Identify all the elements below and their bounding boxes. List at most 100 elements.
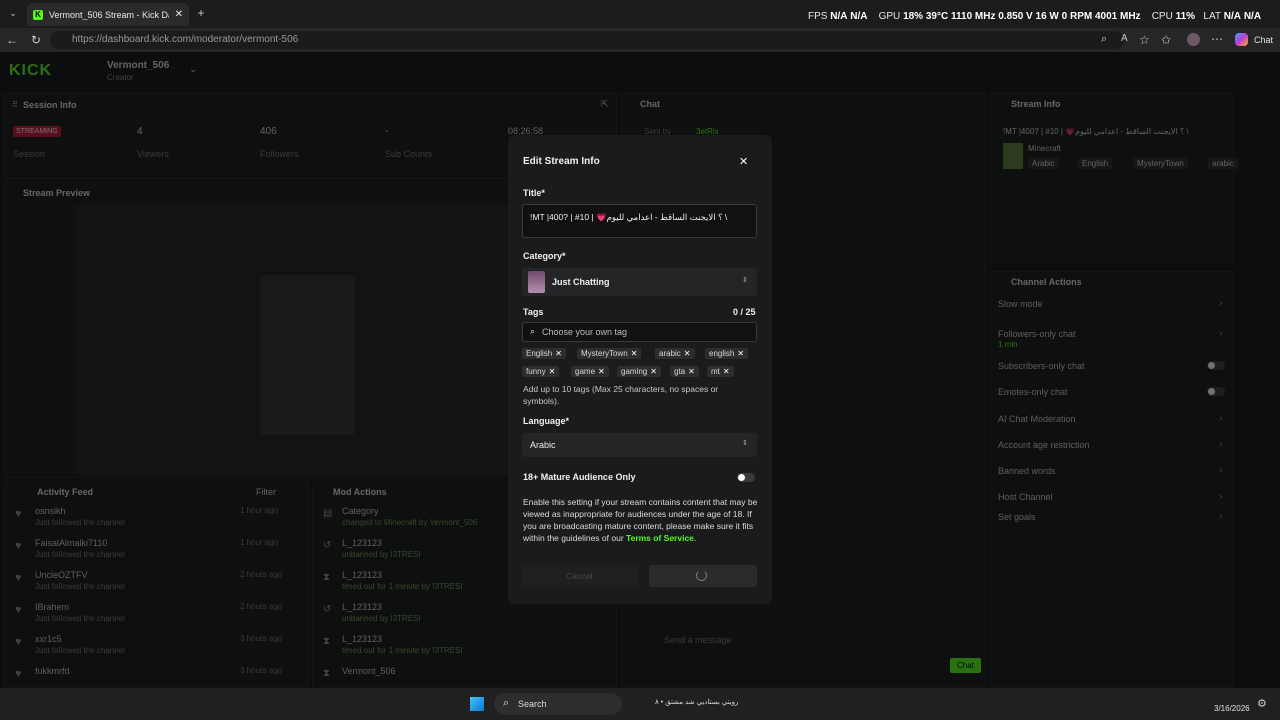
modal-tag[interactable]: english ✕ [705,348,749,359]
activity-time: 2 hours ago [240,570,283,579]
tab-list-icon[interactable]: ⌄ [6,6,20,20]
modal-tag[interactable]: English ✕ [522,348,566,359]
channel-action-label[interactable]: Followers-only chat [998,329,1076,339]
kick-logo[interactable]: KICK [9,62,52,80]
channel-action-label[interactable]: Emotes-only chat [998,387,1068,397]
stream-preview-title: Stream Preview [23,188,91,198]
drag-handle-icon[interactable]: ⠿ [12,100,18,109]
modal-tag[interactable]: arabic ✕ [655,348,695,359]
preview-video[interactable] [75,205,545,475]
close-tab-icon[interactable]: ✕ [175,9,183,20]
remove-tag-icon[interactable]: ✕ [688,367,695,376]
modal-tag[interactable]: mt ✕ [707,366,734,377]
mod-action-icon: ⧗ [323,668,331,679]
activity-time: 1 hour ago [240,538,279,547]
search-icon: ⌕ [503,697,510,709]
channel-name[interactable]: Vermont_506 [107,60,169,71]
activity-user[interactable]: FaisalAlmalki7110 [35,538,107,548]
modal-tag[interactable]: MysteryTown ✕ [577,348,642,359]
kick-favicon-icon: K [33,9,43,20]
channel-action-label[interactable]: Subscribers-only chat [998,361,1085,371]
cancel-label: Cancel [566,571,593,581]
cancel-button[interactable]: Cancel [522,565,638,587]
modal-heading: Edit Stream Info [523,156,600,167]
browser-tab[interactable]: K Vermont_506 Stream - Kick Dashb ✕ [27,3,189,26]
favorites-icon[interactable]: ✩ [1161,33,1171,47]
modal-tag-label: english [709,349,735,358]
new-tab-icon[interactable]: + [194,6,208,20]
channel-action-label[interactable]: Slow mode [998,299,1043,309]
back-icon[interactable]: ← [6,33,18,47]
copilot-label[interactable]: Chat [1254,35,1273,45]
modal-tag[interactable]: gaming ✕ [617,366,661,377]
activity-action: Just followed the channel [35,582,125,591]
tag-search-input[interactable]: ⌕ Choose your own tag [522,322,757,342]
channel-action-label[interactable]: Account age restriction [998,440,1090,450]
chevron-right-icon: › [1219,328,1223,339]
channel-action-label[interactable]: Host Channel [998,492,1053,502]
windows-taskbar: ⌕ Search رويتي بستاديي شد مشتق • ٨ 3/16/… [0,688,1280,720]
filter-button[interactable]: Filter [256,487,276,497]
remove-tag-icon[interactable]: ✕ [631,349,638,358]
channel-action-label[interactable]: Set goals [998,512,1036,522]
channel-action-toggle[interactable] [1207,387,1225,396]
popout-icon[interactable]: ⇱ [601,99,609,110]
modal-tag[interactable]: game ✕ [571,366,609,377]
remove-tag-icon[interactable]: ✕ [598,367,605,376]
taskbar-notification[interactable]: رويتي بستاديي شد مشتق • ٨ [655,698,815,706]
subs-label: Sub Counts [385,149,433,159]
remove-tag-icon[interactable]: ✕ [650,367,657,376]
tag-search-placeholder: Choose your own tag [542,327,628,337]
title-label: Title* [523,188,545,198]
remove-tag-icon[interactable]: ✕ [555,349,562,358]
right-rail [1240,93,1276,688]
channel-action-toggle[interactable] [1207,361,1225,370]
more-options-icon[interactable]: ⋯ [1211,32,1223,46]
title-input[interactable]: !MT |400? | #10 | 💗؟ الايجنت الساقط - اع… [522,204,757,238]
taskbar-date[interactable]: 3/16/2026 [1214,704,1250,713]
chat-send-button[interactable]: Chat [950,658,981,673]
chevron-right-icon: › [1219,511,1223,522]
category-select[interactable]: Just Chatting ⇕ [522,268,757,296]
mature-toggle[interactable] [737,473,755,482]
activity-user[interactable]: UncleOZTFV [35,570,88,580]
channel-action-label[interactable]: AI Chat Moderation [998,414,1076,424]
tags-count: 0 / 25 [733,307,756,317]
refresh-icon[interactable]: ↻ [31,33,41,47]
modal-tag[interactable]: gta ✕ [670,366,699,377]
zoom-icon[interactable]: ⌕ [1101,33,1107,46]
activity-action: Just followed the channel [35,646,125,655]
taskbar-search[interactable]: ⌕ Search [494,693,622,715]
category-label: Category* [523,251,566,261]
channel-action-label[interactable]: Banned words [998,466,1056,476]
stream-info-title-value: !MT |400? | #10 | 💗؟ الايجنت الساقط - اع… [1003,127,1189,136]
modal-tag[interactable]: funny ✕ [522,366,560,377]
mod-action-icon: ↺ [323,604,332,615]
remove-tag-icon[interactable]: ✕ [723,367,730,376]
remove-tag-icon[interactable]: ✕ [737,349,744,358]
activity-user[interactable]: xxr1c5 [35,634,62,644]
activity-user[interactable]: fukkmrfd [35,666,70,676]
activity-feed-title: Activity Feed [37,487,94,497]
profile-avatar[interactable] [1187,33,1200,46]
channel-dropdown-icon[interactable]: ⌄ [189,64,197,75]
favorite-star-icon[interactable]: ☆ [1139,33,1150,47]
activity-user[interactable]: IBrahem [35,602,69,612]
session-info-title: Session Info [23,100,77,110]
windows-start-icon[interactable] [470,697,484,711]
streaming-badge: STREAMING [13,126,61,137]
mod-action-user: L_123123 [342,538,383,548]
chat-input[interactable]: Send a message [664,635,732,645]
language-select[interactable]: Arabic ⇕ [522,433,757,457]
copilot-icon[interactable] [1235,33,1248,46]
close-icon[interactable]: ✕ [739,155,748,168]
read-aloud-icon[interactable]: A [1121,33,1128,44]
remove-tag-icon[interactable]: ✕ [684,349,691,358]
modal-tag-label: game [575,367,596,376]
save-button[interactable] [649,565,757,587]
url-field[interactable]: https://dashboard.kick.com/moderator/ver… [50,31,1124,49]
settings-gear-icon[interactable]: ⚙ [1257,697,1267,710]
remove-tag-icon[interactable]: ✕ [549,367,556,376]
activity-user[interactable]: osnsikh [35,506,66,516]
tos-link[interactable]: Terms of Service [626,533,694,543]
